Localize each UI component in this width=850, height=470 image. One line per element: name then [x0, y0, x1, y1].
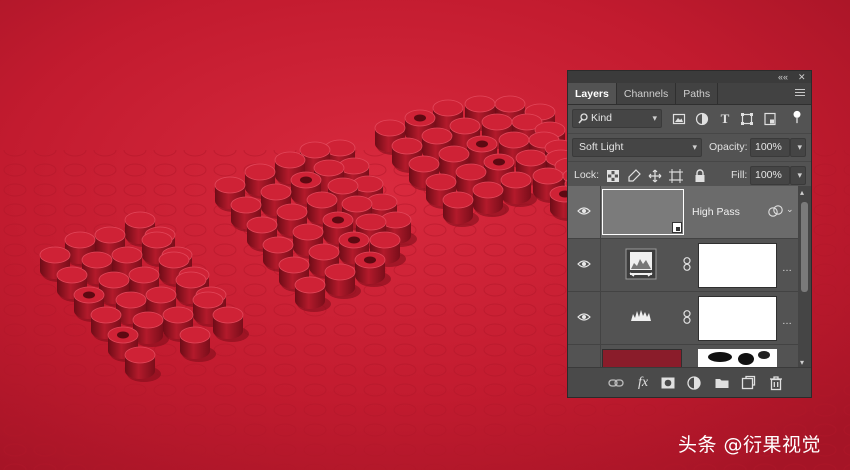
lock-transparent-icon[interactable] — [606, 169, 620, 183]
layer-high-pass[interactable]: High Pass ⌄ — [568, 186, 798, 239]
blend-mode-select[interactable]: Soft Light ▾ — [572, 138, 702, 157]
fill-dropdown[interactable]: ▾ — [790, 166, 806, 185]
chevron-down-icon: ▾ — [797, 170, 802, 180]
layer-mask-thumbnail[interactable] — [698, 296, 777, 341]
visibility-eye-icon[interactable] — [577, 206, 591, 216]
opacity-input[interactable]: 100% — [750, 138, 790, 157]
adjustment-filter-icon[interactable] — [695, 112, 709, 126]
trash-icon[interactable] — [768, 375, 784, 391]
levels-adjustment-icon — [625, 248, 657, 280]
layers-scrollbar[interactable]: ▴ ▾ — [798, 186, 811, 369]
layer-mask-thumbnail[interactable] — [698, 349, 777, 369]
image-filter-icon[interactable] — [672, 112, 686, 126]
layer-curves-adjustment[interactable]: … — [568, 292, 798, 345]
lock-label: Lock: — [574, 169, 600, 181]
filter-toggle-icon[interactable] — [790, 110, 804, 124]
tab-channels[interactable]: Channels — [617, 83, 677, 104]
layers-panel: «« ✕ Layers Channels Paths Kind ▾ T Soft… — [567, 70, 812, 398]
column-separator — [600, 239, 601, 291]
lock-position-icon[interactable] — [648, 169, 662, 183]
column-separator — [600, 292, 601, 344]
opacity-value: 100% — [755, 141, 782, 153]
tab-paths[interactable]: Paths — [676, 83, 719, 104]
mask-link-icon[interactable] — [683, 310, 691, 324]
opacity-dropdown[interactable]: ▾ — [790, 138, 806, 157]
smart-object-filter-icon[interactable] — [763, 112, 777, 126]
more-icon[interactable]: … — [782, 316, 792, 327]
link-layers-icon[interactable] — [608, 375, 624, 391]
panel-menu-icon[interactable] — [795, 89, 805, 98]
chevron-down-icon: ▾ — [797, 142, 802, 152]
lock-row: Lock: Fill: 100% ▾ — [568, 161, 811, 189]
layer-mask-thumbnail[interactable] — [698, 243, 777, 288]
opacity-label: Opacity: — [709, 141, 748, 153]
visibility-eye-icon[interactable] — [577, 259, 591, 269]
add-mask-icon[interactable] — [660, 375, 676, 391]
visibility-eye-icon[interactable] — [577, 312, 591, 322]
panel-tabs: Layers Channels Paths — [568, 83, 811, 105]
chevron-down-icon: ▾ — [692, 142, 697, 152]
lock-paint-icon[interactable] — [627, 169, 641, 183]
fill-value: 100% — [755, 169, 782, 181]
mask-link-icon[interactable] — [683, 257, 691, 271]
tab-layers[interactable]: Layers — [568, 83, 617, 104]
lock-artboard-icon[interactable] — [669, 169, 683, 183]
blend-if-icon — [768, 205, 783, 217]
type-filter-icon[interactable]: T — [718, 112, 732, 126]
new-adjustment-icon[interactable] — [686, 375, 702, 391]
column-separator — [600, 186, 601, 238]
filter-kind-select[interactable]: Kind ▾ — [572, 109, 662, 128]
histogram-adjustment-icon — [631, 310, 651, 321]
watermark-text: 头条 @衍果视觉 — [678, 434, 822, 456]
new-group-icon[interactable] — [714, 375, 730, 391]
fill-label: Fill: — [731, 169, 748, 181]
close-icon[interactable]: ✕ — [798, 71, 806, 83]
filter-row: Kind ▾ T — [568, 105, 811, 133]
lock-all-icon[interactable] — [693, 169, 707, 183]
scroll-up-icon[interactable]: ▴ — [800, 188, 804, 197]
layer-partial[interactable] — [568, 345, 798, 369]
collapse-icon[interactable]: «« — [778, 71, 788, 83]
smart-object-badge-icon — [672, 222, 682, 233]
filter-kind-value: Kind — [591, 112, 613, 124]
layer-name[interactable]: High Pass — [692, 206, 740, 218]
layers-list: High Pass ⌄ … … — [568, 186, 798, 369]
layer-thumbnail[interactable] — [602, 349, 682, 369]
scroll-down-icon[interactable]: ▾ — [800, 358, 804, 367]
expand-chevron-icon[interactable]: ⌄ — [786, 204, 794, 215]
blend-row: Soft Light ▾ Opacity: 100% ▾ — [568, 133, 811, 161]
shape-filter-icon[interactable] — [740, 112, 754, 126]
layer-levels-adjustment[interactable]: … — [568, 239, 798, 292]
column-separator — [600, 345, 601, 369]
more-icon[interactable]: … — [782, 263, 792, 274]
search-icon — [578, 113, 588, 124]
panel-title-bar: «« ✕ — [568, 71, 811, 83]
scrollbar-thumb[interactable] — [801, 202, 808, 292]
fill-input[interactable]: 100% — [750, 166, 790, 185]
fx-icon[interactable]: fx — [635, 375, 651, 391]
chevron-down-icon: ▾ — [652, 113, 657, 123]
blend-mode-value: Soft Light — [579, 141, 624, 153]
new-layer-icon[interactable] — [740, 375, 756, 391]
panel-bottom-bar: fx — [568, 367, 811, 397]
